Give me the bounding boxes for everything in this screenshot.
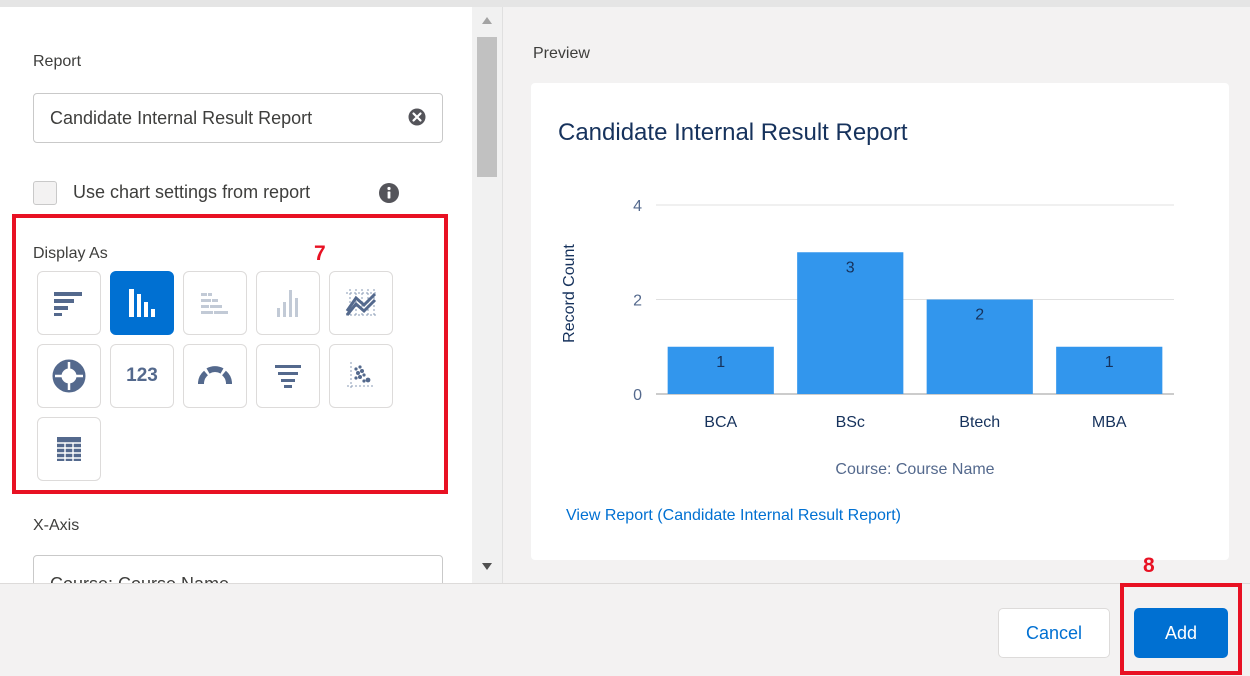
x-tick-label: BCA	[704, 414, 737, 431]
chart-settings-label: Use chart settings from report	[73, 182, 311, 202]
step-number-7: 7	[314, 242, 326, 265]
bar-chart: 0 2 4 1 BCA 3 BSc 2 Btech 1 MBA Course: Course Name…	[561, 198, 1174, 478]
scroll-up-arrow-icon[interactable]	[482, 17, 492, 24]
footer: Cancel Add	[0, 583, 1250, 676]
x-axis-title: Course: Course Name	[835, 461, 994, 478]
report-lookup-input[interactable]: Candidate Internal Result Report	[33, 93, 443, 143]
x-tick-label: Btech	[959, 414, 1000, 431]
y-axis-title: Record Count	[561, 244, 578, 343]
report-label: Report	[33, 53, 82, 70]
bar-data-label: 3	[846, 259, 855, 276]
settings-scrollbar[interactable]	[472, 7, 503, 583]
scroll-down-arrow-icon[interactable]	[482, 563, 492, 570]
step-number-8: 8	[1143, 554, 1155, 577]
report-value: Candidate Internal Result Report	[50, 108, 313, 128]
top-border	[0, 0, 1250, 7]
display-as-highlight-box	[12, 214, 448, 494]
x-tick-label: MBA	[1092, 414, 1127, 431]
preview-panel: Preview Candidate Internal Result Report…	[503, 7, 1250, 583]
x-axis-select[interactable]: Course: Course Name	[33, 555, 443, 583]
bar-data-label: 2	[975, 307, 984, 324]
preview-card: Candidate Internal Result Report 0 2 4 1 BCA…	[531, 83, 1229, 560]
scroll-thumb[interactable]	[477, 37, 497, 177]
preview-label: Preview	[533, 45, 590, 62]
bar-data-label: 1	[1105, 354, 1114, 371]
y-tick-label: 4	[633, 198, 642, 215]
view-report-link[interactable]: View Report (Candidate Internal Result R…	[566, 507, 901, 525]
y-tick-label: 0	[633, 387, 642, 404]
x-axis-label: X-Axis	[33, 517, 80, 534]
bar-data-label: 1	[716, 354, 725, 371]
x-tick-label: BSc	[836, 414, 865, 431]
info-icon[interactable]	[379, 183, 399, 203]
add-highlight-box	[1120, 583, 1242, 675]
x-axis-value: Course: Course Name	[50, 574, 229, 583]
clear-icon[interactable]	[408, 108, 426, 126]
cancel-button[interactable]: Cancel	[998, 608, 1110, 658]
chart-settings-checkbox[interactable]	[33, 181, 57, 205]
y-tick-label: 2	[633, 293, 642, 310]
